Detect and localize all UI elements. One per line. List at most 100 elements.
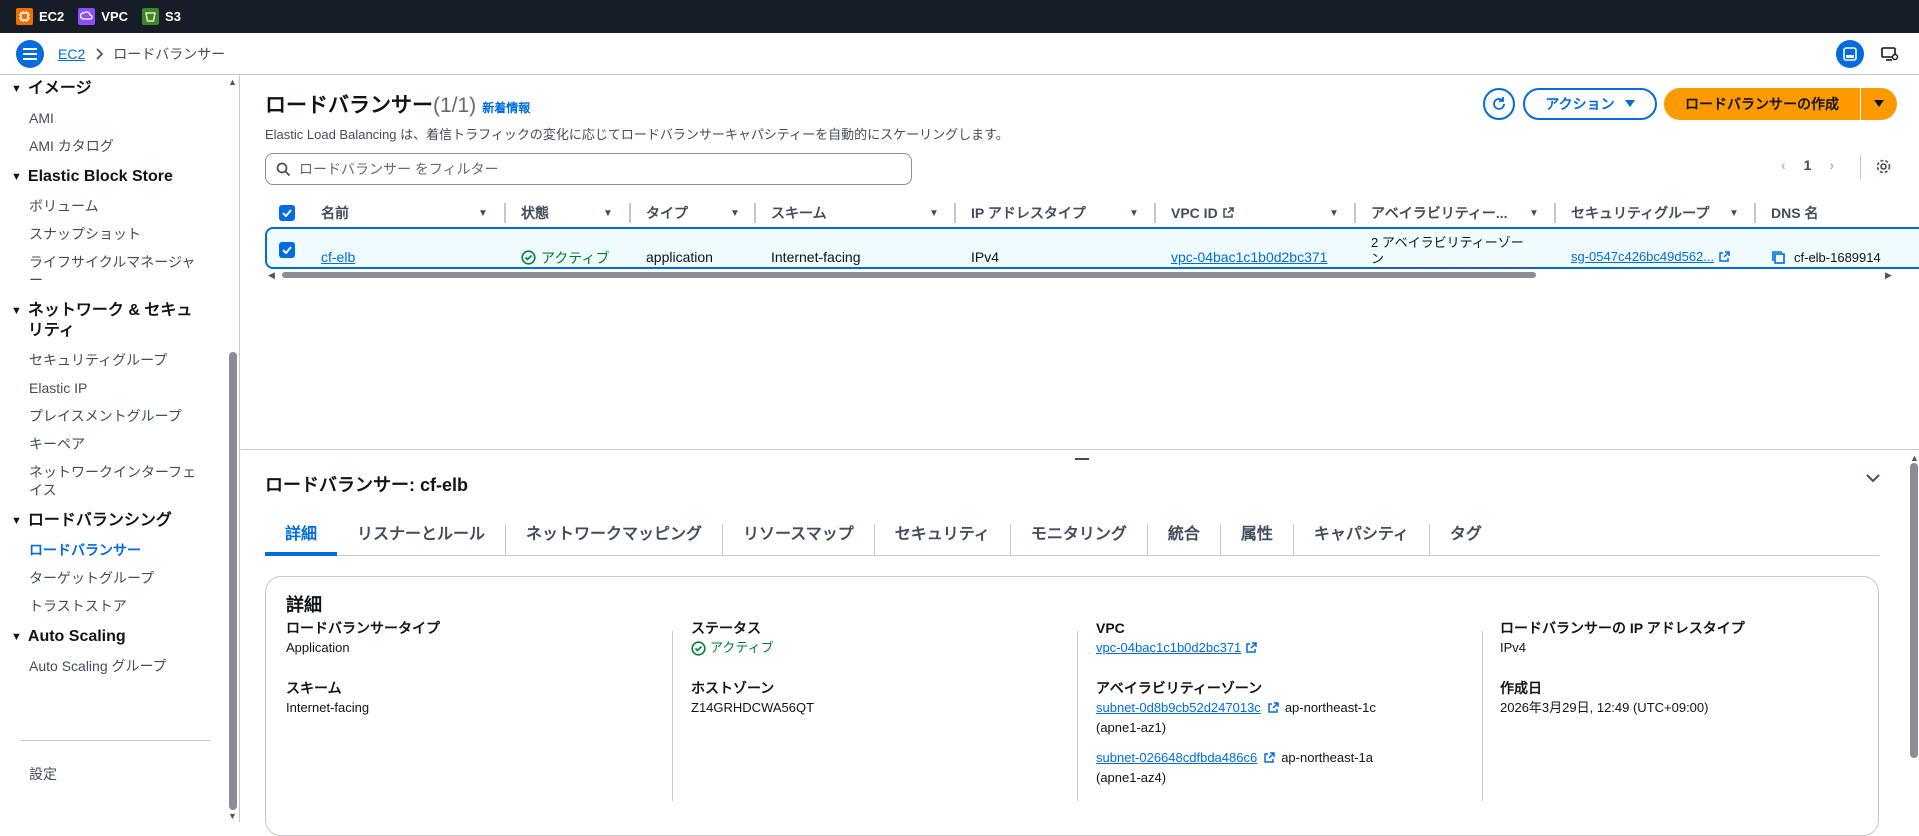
- new-info-link[interactable]: 新着情報: [482, 101, 530, 115]
- sidebar-item-network-interfaces[interactable]: ネットワークインターフェイス: [0, 463, 200, 499]
- column-resizer[interactable]: [754, 203, 756, 223]
- sidebar-item-elastic-ip[interactable]: Elastic IP: [0, 379, 239, 397]
- service-shortcut-ec2[interactable]: EC2: [16, 8, 64, 25]
- create-load-balancer-button[interactable]: ロードバランサーの作成: [1664, 88, 1860, 120]
- column-resizer[interactable]: [1354, 203, 1356, 223]
- column-resizer[interactable]: [629, 203, 631, 223]
- sidebar-section-load-balancing[interactable]: ▼ ロードバランシング: [0, 511, 239, 531]
- vpc-link[interactable]: vpc-04bac1c1b0d2bc371: [1096, 639, 1241, 657]
- sort-icon[interactable]: ▼: [1729, 201, 1739, 225]
- column-header-vpc-id[interactable]: VPC ID: [1171, 201, 1234, 225]
- help-panel-toggle[interactable]: [1876, 40, 1904, 68]
- column-resizer[interactable]: [1754, 203, 1756, 223]
- sidebar-item-snapshots[interactable]: スナップショット: [0, 225, 239, 243]
- details-column-4: ロードバランサーの IP アドレスタイプ IPv4 作成日 2026年3月29日…: [1500, 619, 1870, 717]
- tab-resource-map[interactable]: リソースマップ: [723, 524, 875, 556]
- sidebar-item-auto-scaling-groups[interactable]: Auto Scaling グループ: [0, 657, 239, 675]
- tab-attributes[interactable]: 属性: [1221, 524, 1294, 556]
- tab-integrations[interactable]: 統合: [1148, 524, 1221, 556]
- tab-monitoring[interactable]: モニタリング: [1011, 524, 1148, 556]
- sidebar-section-ebs[interactable]: ▼ Elastic Block Store: [0, 167, 239, 187]
- caret-down-icon: ▼: [11, 631, 22, 643]
- subnet-1-link[interactable]: subnet-0d8b9cb52d247013c: [1096, 699, 1261, 717]
- sidebar-item-ami-catalog[interactable]: AMI カタログ: [0, 137, 239, 155]
- sidebar-section-network-security[interactable]: ▼ ネットワーク & セキュリティ: [0, 301, 200, 341]
- sort-icon[interactable]: ▼: [1529, 201, 1539, 225]
- row-security-group[interactable]: sg-0547c426bc49d562...: [1571, 250, 1730, 264]
- scroll-up-arrow-icon[interactable]: ▲: [1910, 453, 1919, 463]
- sidebar-item-key-pairs[interactable]: キーペア: [0, 435, 239, 453]
- column-header-scheme[interactable]: スキーム: [771, 201, 827, 225]
- service-shortcut-vpc[interactable]: VPC: [78, 8, 128, 25]
- column-resizer[interactable]: [954, 203, 956, 223]
- column-header-type[interactable]: タイプ: [646, 201, 688, 225]
- split-panel-toggle[interactable]: [1836, 40, 1864, 68]
- row-checkbox[interactable]: [279, 242, 295, 258]
- prev-page-icon[interactable]: ‹: [1781, 157, 1786, 173]
- breadcrumb-bar: EC2 ロードバランサー: [0, 33, 1919, 75]
- tab-network-mapping[interactable]: ネットワークマッピング: [506, 524, 724, 556]
- sort-icon[interactable]: ▼: [1329, 201, 1339, 225]
- sidebar-section-auto-scaling[interactable]: ▼ Auto Scaling: [0, 627, 239, 647]
- column-header-security-groups[interactable]: セキュリティグループ: [1571, 201, 1709, 225]
- next-page-icon[interactable]: ›: [1829, 157, 1834, 173]
- create-options-dropdown[interactable]: [1861, 88, 1897, 120]
- sort-icon[interactable]: ▼: [603, 201, 613, 225]
- collapse-panel-button[interactable]: [1865, 470, 1881, 489]
- row-vpc-link[interactable]: vpc-04bac1c1b0d2bc371: [1171, 250, 1327, 264]
- sidebar-item-placement-groups[interactable]: プレイスメントグループ: [0, 407, 239, 425]
- status-text: アクティブ: [710, 640, 774, 655]
- column-resizer[interactable]: [1554, 203, 1556, 223]
- security-group-link[interactable]: sg-0547c426bc49d562...: [1571, 250, 1714, 264]
- tab-listeners-rules[interactable]: リスナーとルール: [337, 524, 507, 556]
- details-column-1: ロードバランサータイプ Application スキーム Internet-fa…: [286, 619, 686, 717]
- sidebar-item-volumes[interactable]: ボリューム: [0, 197, 239, 215]
- table-preferences-button[interactable]: [1875, 158, 1892, 178]
- current-page[interactable]: 1: [1804, 157, 1812, 173]
- sidebar-scrollbar[interactable]: [229, 352, 237, 810]
- sort-icon[interactable]: ▼: [478, 201, 488, 225]
- resize-handle[interactable]: [1075, 458, 1089, 460]
- split-panel-scrollbar[interactable]: [1910, 463, 1918, 758]
- sort-icon[interactable]: ▼: [730, 201, 740, 225]
- sidebar-item-security-groups[interactable]: セキュリティグループ: [0, 351, 239, 369]
- breadcrumb-ec2-link[interactable]: EC2: [58, 46, 85, 62]
- column-header-name[interactable]: 名前: [321, 201, 349, 225]
- row-name-link[interactable]: cf-elb: [321, 250, 355, 264]
- tab-security[interactable]: セキュリティ: [875, 524, 1011, 556]
- copy-icon[interactable]: [1771, 250, 1786, 265]
- refresh-button[interactable]: [1483, 88, 1515, 120]
- select-all-checkbox[interactable]: [279, 201, 295, 225]
- subnet-2-link[interactable]: subnet-026648cdfbda486c6: [1096, 749, 1257, 767]
- sidebar-item-lifecycle-manager[interactable]: ライフサイクルマネージャー: [0, 253, 200, 289]
- filter-placeholder: ロードバランサー をフィルター: [299, 161, 499, 177]
- lb-type-value: Application: [286, 640, 350, 655]
- tab-capacity[interactable]: キャパシティ: [1294, 524, 1430, 556]
- service-shortcut-s3[interactable]: S3: [142, 8, 181, 25]
- sidebar-item-target-groups[interactable]: ターゲットグループ: [0, 569, 239, 587]
- column-resizer[interactable]: [504, 203, 506, 223]
- scroll-left-arrow-icon[interactable]: ◀: [268, 270, 275, 281]
- tab-tags[interactable]: タグ: [1430, 524, 1502, 556]
- sort-icon[interactable]: ▼: [929, 201, 939, 225]
- table-horizontal-scrollbar[interactable]: [282, 272, 1536, 278]
- tab-details[interactable]: 詳細: [265, 524, 338, 556]
- column-header-dns-name[interactable]: DNS 名: [1771, 201, 1818, 225]
- scroll-up-arrow-icon[interactable]: ▲: [228, 77, 237, 87]
- column-header-availability-zones[interactable]: アベイラビリティー...: [1371, 201, 1508, 225]
- menu-button[interactable]: [16, 39, 44, 68]
- column-header-state[interactable]: 状態: [521, 201, 549, 225]
- sidebar-item-settings[interactable]: 設定: [0, 765, 57, 783]
- sort-icon[interactable]: ▼: [1129, 201, 1139, 225]
- filter-input[interactable]: ロードバランサー をフィルター: [265, 153, 912, 185]
- scroll-down-arrow-icon[interactable]: ▼: [228, 811, 237, 821]
- row-availability-zones[interactable]: 2 アベイラビリティーゾー ン: [1371, 235, 1537, 268]
- sidebar-item-ami[interactable]: AMI: [0, 109, 239, 127]
- sidebar-section-images[interactable]: ▼ イメージ: [0, 79, 239, 99]
- scroll-right-arrow-icon[interactable]: ▶: [1885, 270, 1892, 281]
- actions-dropdown[interactable]: アクション: [1523, 88, 1657, 120]
- column-header-ip-type[interactable]: IP アドレスタイプ: [971, 201, 1086, 225]
- column-resizer[interactable]: [1154, 203, 1156, 223]
- sidebar-item-trust-stores[interactable]: トラストストア: [0, 597, 239, 615]
- sidebar-item-load-balancers[interactable]: ロードバランサー: [0, 541, 239, 559]
